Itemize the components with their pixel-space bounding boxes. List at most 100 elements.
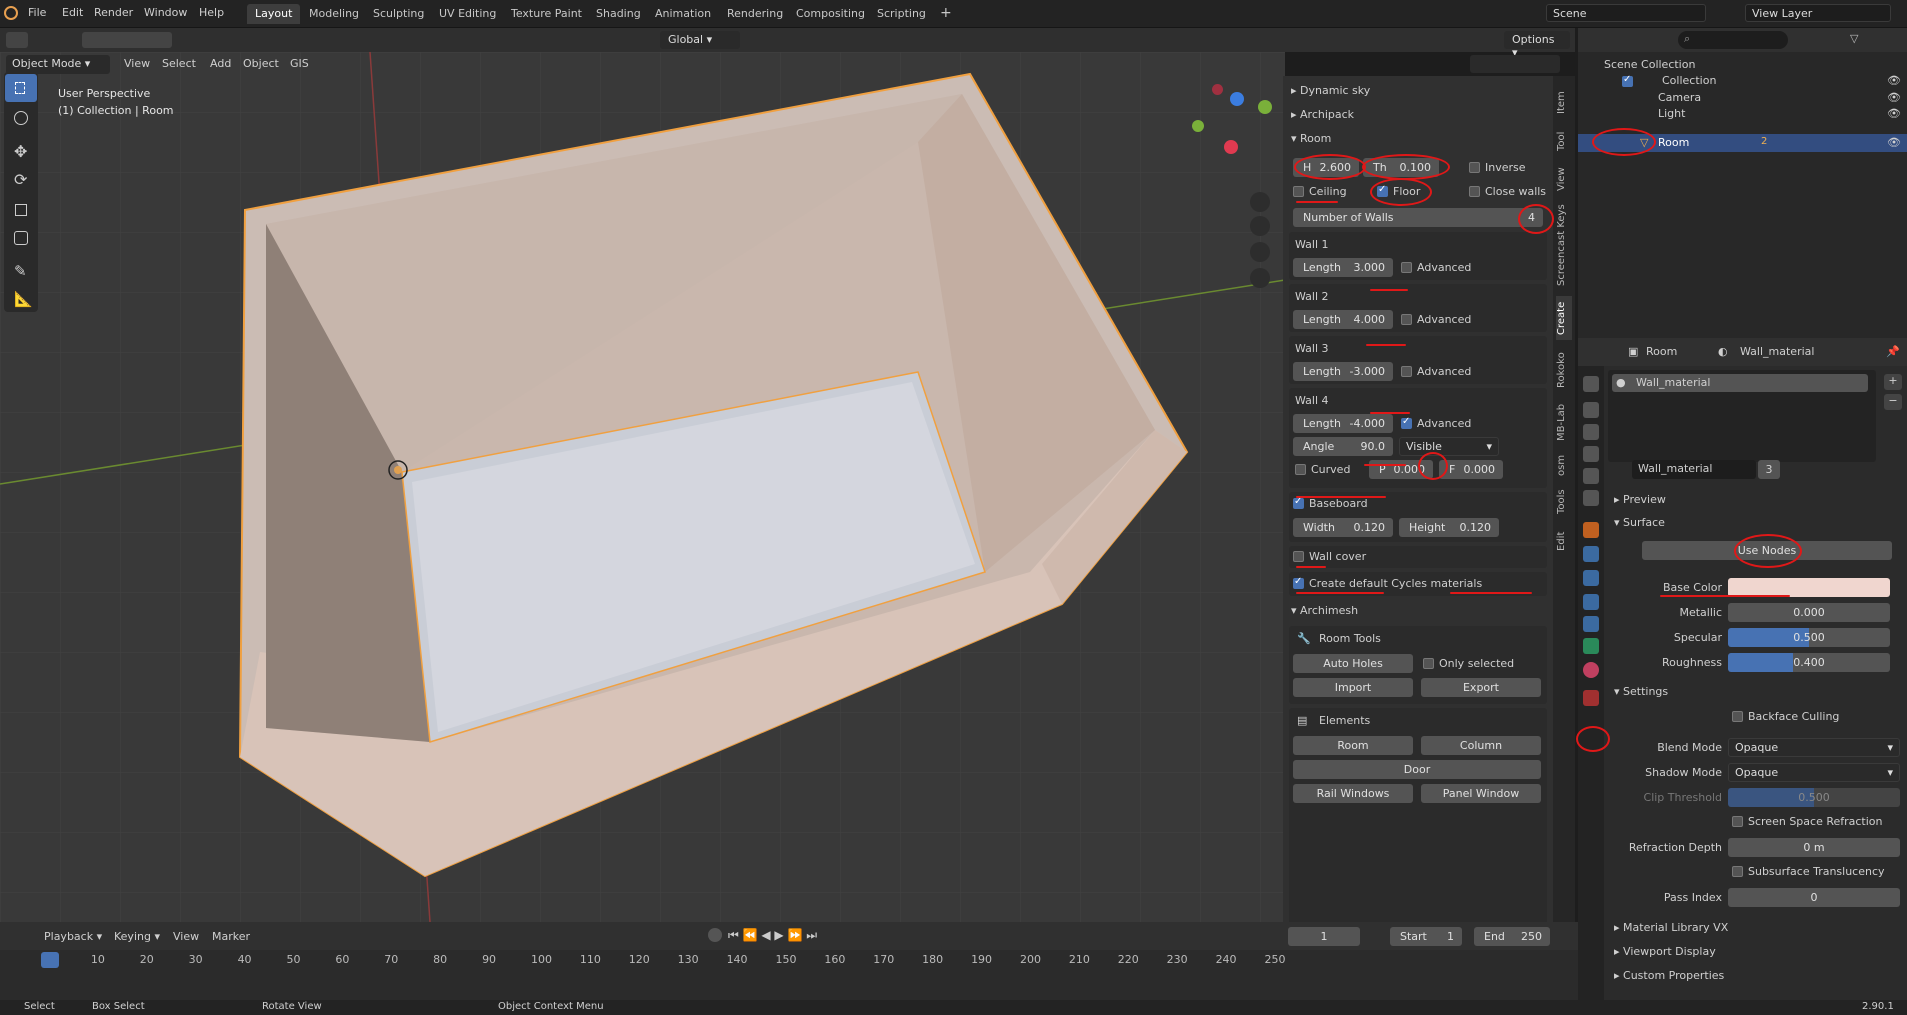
timeline-view-menu[interactable]: View [173,930,199,943]
view-layer-tab-icon[interactable] [1583,446,1599,462]
vtab-screencast-keys[interactable]: Screencast Keys [1556,200,1572,290]
panel-surface[interactable]: ▾ Surface [1614,516,1665,529]
menu-edit[interactable]: Edit [62,6,83,19]
select-mode-icons[interactable] [82,32,172,48]
wall-4-advanced-checkbox[interactable] [1401,416,1412,429]
playback-menu[interactable]: Playback ▾ [44,930,102,943]
modifier-tab-icon[interactable] [1583,546,1599,562]
f-field[interactable]: F 0.000 [1439,460,1503,479]
vtab-osm[interactable]: osm [1556,450,1572,480]
specular-slider[interactable]: 0.500 [1728,628,1890,647]
pan-hand-icon[interactable] [1250,216,1270,236]
refraction-depth-field[interactable]: 0 m [1728,838,1900,857]
rotate-tool[interactable]: ⟳ [5,166,37,194]
wall-3-length-field[interactable]: Length -3.000 [1293,362,1393,381]
wall-cover-checkbox[interactable] [1293,551,1304,562]
outliner-light[interactable]: Light [1658,107,1685,120]
playhead[interactable] [41,952,59,968]
tab-shading[interactable]: Shading [588,4,649,24]
tab-texture-paint[interactable]: Texture Paint [503,4,590,24]
menu-object[interactable]: Object [243,57,279,70]
only-selected-checkbox[interactable] [1423,658,1434,669]
panel-dynamic-sky[interactable]: ▸ Dynamic sky [1291,84,1370,97]
visibility-dropdown[interactable]: Visible ▾ [1399,437,1499,456]
close-walls-checkbox[interactable] [1469,186,1480,197]
menu-select[interactable]: Select [162,57,196,70]
add-slot-button[interactable]: + [1884,374,1902,390]
cursor-tool[interactable] [5,104,37,132]
options-dropdown[interactable]: Options ▾ [1504,31,1570,59]
marker-menu[interactable]: Marker [212,930,250,943]
filter-icon[interactable]: ▽ [1850,32,1868,48]
panel-custom-properties[interactable]: ▸ Custom Properties [1614,969,1724,982]
measure-tool[interactable]: 📐 [5,286,37,314]
room-scene[interactable] [0,52,1285,922]
baseboard-height-field[interactable]: Height 0.120 [1399,518,1499,537]
scale-tool[interactable] [5,196,37,224]
material-slot-list[interactable]: ● Wall_material [1608,370,1876,462]
keying-menu[interactable]: Keying ▾ [114,930,160,943]
tab-modeling[interactable]: Modeling [301,4,367,24]
tab-animation[interactable]: Animation [647,4,719,24]
roughness-slider[interactable]: 0.400 [1728,653,1890,672]
material-tab-icon[interactable] [1583,662,1599,678]
import-button[interactable]: Import [1293,678,1413,697]
column-element-button[interactable]: Column [1421,736,1541,755]
panel-settings[interactable]: ▾ Settings [1614,685,1668,698]
menu-help[interactable]: Help [199,6,224,19]
physics-tab-icon[interactable] [1583,594,1599,610]
constraints-tab-icon[interactable] [1583,616,1599,632]
pass-index-field[interactable]: 0 [1728,888,1900,907]
render-tab-icon[interactable] [1583,402,1599,418]
record-icon[interactable] [708,928,722,942]
baseboard-checkbox[interactable] [1293,496,1304,509]
tab-uv-editing[interactable]: UV Editing [431,4,504,24]
panel-preview[interactable]: ▸ Preview [1614,493,1666,506]
tab-scripting[interactable]: Scripting [869,4,934,24]
menu-file[interactable]: File [28,6,46,19]
particles-tab-icon[interactable] [1583,570,1599,586]
world-tab-icon[interactable] [1583,490,1599,506]
vtab-tools[interactable]: Tools [1556,484,1572,520]
eye-icon[interactable]: 👁 [1887,91,1901,104]
playback-controls[interactable]: ⏮ ⏪ ◀ ▶ ⏩ ⏭ [728,928,836,944]
tab-layout[interactable]: Layout [247,4,301,24]
current-frame-field[interactable]: 1 [1288,927,1360,946]
vtab-view[interactable]: View [1556,162,1572,196]
tab-compositing[interactable]: Compositing [788,4,873,24]
wall-1-length-field[interactable]: Length 3.000 [1293,258,1393,277]
data-tab-icon[interactable] [1583,638,1599,654]
curved-checkbox[interactable] [1295,464,1306,475]
move-tool[interactable]: ✥ [5,138,37,166]
panel-viewport-display[interactable]: ▸ Viewport Display [1614,945,1716,958]
scene-tab-icon[interactable] [1583,468,1599,484]
transform-orientation-dropdown[interactable]: Global ▾ [660,31,740,49]
auto-holes-button[interactable]: Auto Holes [1293,654,1413,673]
editor-type-icon[interactable] [6,32,28,48]
vtab-create[interactable]: Create [1556,296,1572,340]
scene-collection-label[interactable]: Scene Collection [1604,58,1695,71]
backface-culling-checkbox[interactable] [1732,711,1743,722]
wall-4-angle-field[interactable]: Angle 90.0 [1293,437,1393,456]
zoom-icon[interactable] [1250,192,1270,212]
tool-tab-icon[interactable] [1583,376,1599,392]
panel-archipack[interactable]: ▸ Archipack [1291,108,1354,121]
menu-view[interactable]: View [124,57,150,70]
menu-render[interactable]: Render [94,6,133,19]
remove-slot-button[interactable]: − [1884,394,1902,410]
transform-tool[interactable] [5,224,37,252]
camera-view-icon[interactable] [1250,242,1270,262]
vtab-tool[interactable]: Tool [1556,124,1572,158]
export-button[interactable]: Export [1421,678,1541,697]
door-element-button[interactable]: Door [1293,760,1541,779]
wall-1-advanced-checkbox[interactable] [1401,262,1412,273]
eye-icon[interactable]: 👁 [1887,136,1901,149]
ceiling-checkbox[interactable] [1293,186,1304,197]
3d-viewport[interactable]: ✥ ⟳ ✎ 📐 User Perspective (1) Collection … [0,52,1285,922]
eye-icon[interactable]: 👁 [1887,74,1901,87]
menu-window[interactable]: Window [144,6,187,19]
sss-checkbox[interactable] [1732,866,1743,877]
scene-selector[interactable]: Scene [1546,4,1706,22]
wall-3-advanced-checkbox[interactable] [1401,366,1412,377]
menu-add[interactable]: Add [210,57,231,70]
